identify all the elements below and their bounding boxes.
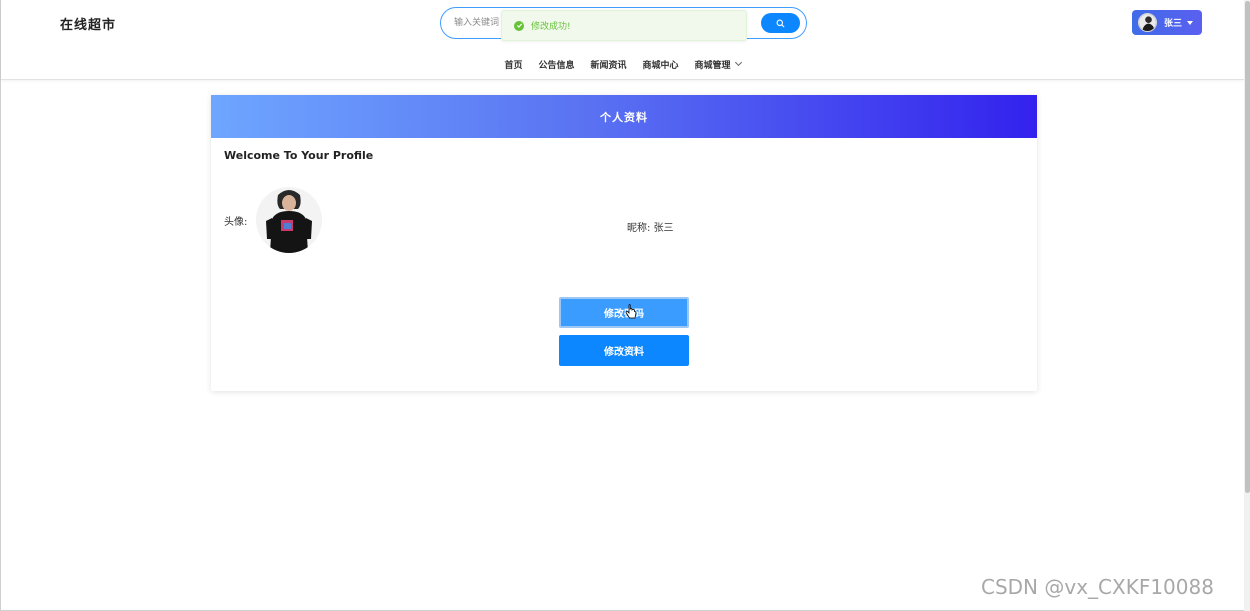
nav-label: 商城管理 xyxy=(694,60,731,71)
welcome-heading: Welcome To Your Profile xyxy=(224,149,374,162)
search-button[interactable] xyxy=(761,13,800,33)
nav-item-home[interactable]: 首页 xyxy=(496,56,530,72)
nav-item-mall-center[interactable]: 商城中心 xyxy=(635,56,687,72)
check-circle-icon xyxy=(514,20,524,31)
edit-profile-button[interactable]: 修改资料 xyxy=(559,335,689,366)
user-avatar xyxy=(1138,13,1157,32)
page-scrollbar[interactable] xyxy=(1244,0,1250,611)
success-toast: 修改成功! xyxy=(501,10,747,41)
nickname-value: 张三 xyxy=(653,223,674,234)
user-menu-button[interactable]: 张三 xyxy=(1132,10,1202,35)
nickname-label: 昵称: xyxy=(627,223,651,234)
nav-item-announcements[interactable]: 公告信息 xyxy=(530,56,582,72)
nav-item-news[interactable]: 新闻资讯 xyxy=(582,56,634,72)
nav-label: 首页 xyxy=(504,60,523,71)
profile-card-header: 个人资料 xyxy=(211,95,1037,138)
main-nav: 首页 公告信息 新闻资讯 商城中心 商城管理 xyxy=(1,56,1244,72)
user-name: 张三 xyxy=(1164,19,1183,29)
scrollbar-thumb[interactable] xyxy=(1245,1,1250,493)
nav-label: 新闻资讯 xyxy=(590,60,627,71)
browser-frame: 在线超市 修改成功! xyxy=(0,0,1250,611)
nav-item-mall-management[interactable]: 商城管理 xyxy=(687,56,749,72)
nav-label: 商城中心 xyxy=(642,60,679,71)
caret-down-icon xyxy=(1187,20,1194,25)
change-password-button[interactable]: 修改密码 xyxy=(559,297,689,328)
nickname-row: 昵称: 张三 xyxy=(627,219,674,234)
profile-title: 个人资料 xyxy=(600,110,648,124)
site-logo[interactable]: 在线超市 xyxy=(60,14,116,33)
hand-cursor-icon xyxy=(625,304,637,319)
chevron-down-icon xyxy=(734,58,742,67)
avatar-label: 头像: xyxy=(224,217,248,228)
profile-card: 个人资料 Welcome To Your Profile 头像: 昵称: 张三 … xyxy=(211,95,1037,391)
toast-message: 修改成功! xyxy=(531,22,571,32)
nav-label: 公告信息 xyxy=(538,60,575,71)
profile-avatar[interactable] xyxy=(256,187,322,253)
top-header: 在线超市 修改成功! xyxy=(1,0,1244,80)
watermark-text: CSDN @vx_CXKF10088 xyxy=(981,575,1214,599)
button-label: 修改资料 xyxy=(604,347,644,358)
button-label: 修改密码 xyxy=(604,309,644,320)
search-icon xyxy=(776,19,785,27)
